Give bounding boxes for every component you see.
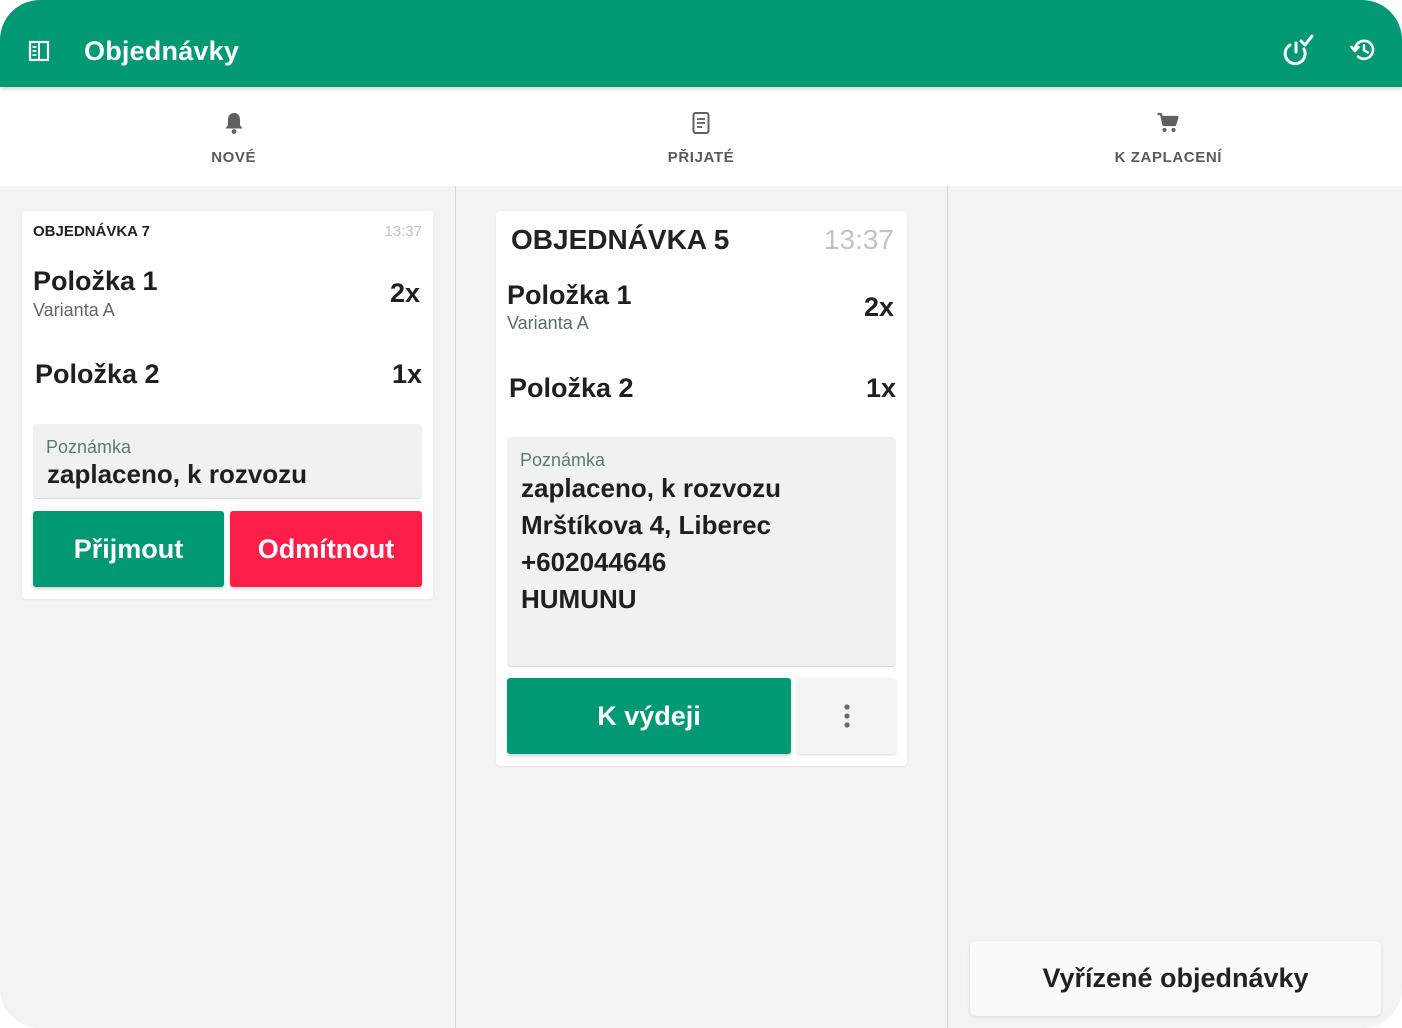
item-variant: Varianta A — [33, 300, 115, 320]
item-quantity: 1x — [865, 373, 896, 403]
item-quantity: 2x — [863, 292, 894, 322]
order-note: Poznámka zaplaceno, k rozvozu — [33, 424, 422, 499]
order-time: 13:37 — [384, 223, 422, 240]
note-line: +602044646 — [521, 547, 667, 577]
note-line: Mrštíkova 4, Liberec — [521, 510, 771, 540]
new-orders-column: OBJEDNÁVKA 7 13:37 Položka 1 Varianta A … — [0, 186, 455, 1028]
note-label: Poznámka — [520, 450, 606, 470]
note-line: HUMUNU — [521, 584, 637, 614]
power-check-icon[interactable] — [1280, 32, 1316, 68]
item-variant: Varianta A — [507, 313, 589, 333]
tab-to-pay-label: K ZAPLACENÍ — [1114, 149, 1223, 166]
tab-new-label: NOVÉ — [211, 149, 257, 166]
app-title: Objednávky — [84, 36, 240, 66]
item-name: Položka 2 — [509, 373, 634, 403]
tab-new[interactable]: NOVÉ — [0, 87, 467, 186]
bell-icon — [223, 111, 245, 135]
note-text: zaplaceno, k rozvozu — [47, 459, 308, 489]
tab-accepted-label: PŘIJATÉ — [667, 149, 735, 166]
note-line: zaplaceno, k rozvozu — [521, 473, 782, 503]
order-card: OBJEDNÁVKA 7 13:37 Položka 1 Varianta A … — [22, 211, 433, 599]
tab-accepted[interactable]: PŘIJATÉ — [467, 87, 934, 186]
order-status-tabs: NOVÉ PŘIJATÉ K ZAPLACENÍ — [0, 87, 1402, 186]
completed-orders-button[interactable]: Vyřízené objednávky — [970, 941, 1381, 1016]
order-card: OBJEDNÁVKA 5 13:37 Položka 1 Varianta A … — [496, 211, 907, 766]
history-icon[interactable] — [1346, 32, 1382, 68]
accepted-orders-column: OBJEDNÁVKA 5 13:37 Položka 1 Varianta A … — [455, 186, 947, 1028]
item-quantity: 1x — [391, 359, 422, 389]
to-pay-column: Vyřízené objednávky — [947, 186, 1402, 1028]
order-time: 13:37 — [823, 224, 894, 255]
item-name: Položka 2 — [35, 359, 160, 389]
receipt-icon — [691, 111, 711, 135]
item-name: Položka 1 — [507, 280, 632, 310]
cart-icon — [1156, 111, 1180, 135]
note-text: zaplaceno, k rozvozu Mrštíkova 4, Libere… — [521, 470, 781, 618]
reject-button[interactable]: Odmítnout — [230, 511, 422, 587]
accept-button[interactable]: Přijmout — [33, 511, 224, 587]
top-app-bar: Objednávky — [0, 0, 1402, 87]
order-title: OBJEDNÁVKA 5 — [511, 224, 730, 255]
menu-book-icon[interactable] — [24, 36, 54, 66]
app-frame: Objednávky NOVÉ PŘIJATÉ K ZAPLACENÍ OBJE… — [0, 0, 1402, 1028]
note-label: Poznámka — [46, 437, 132, 457]
more-vert-icon — [843, 704, 850, 728]
order-title: OBJEDNÁVKA 7 — [33, 223, 150, 240]
item-name: Položka 1 — [33, 266, 158, 296]
order-note: Poznámka zaplaceno, k rozvozu Mrštíkova … — [507, 437, 896, 667]
item-quantity: 2x — [389, 278, 420, 308]
tab-to-pay[interactable]: K ZAPLACENÍ — [935, 87, 1402, 186]
dispatch-button[interactable]: K výdeji — [507, 678, 791, 754]
more-options-button[interactable] — [797, 678, 896, 754]
